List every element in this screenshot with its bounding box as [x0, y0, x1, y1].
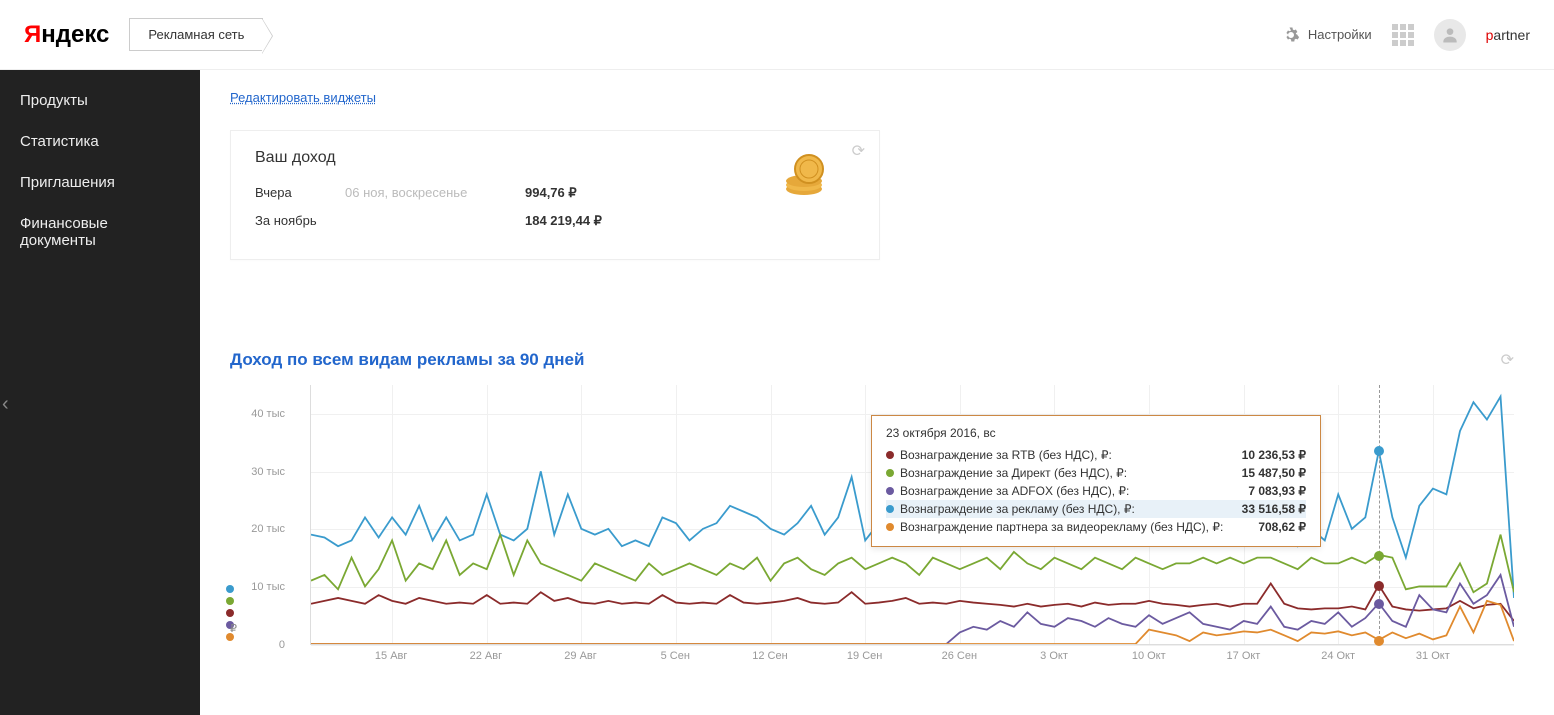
x-tick: 22 Авг [470, 650, 502, 662]
hover-dot [1374, 599, 1384, 609]
chart-tooltip: 23 октября 2016, вс Вознаграждение за RTB… [871, 415, 1321, 547]
settings-label: Настройки [1308, 27, 1372, 42]
header: Яндекс Рекламная сеть Настройки partner [0, 0, 1554, 70]
chart-widget: ⟳ Доход по всем видам рекламы за 90 дней… [230, 350, 1524, 695]
user-icon [1440, 25, 1460, 45]
y-axis: 010 тыс20 тыс30 тыс40 тыс [230, 385, 300, 645]
apps-icon[interactable] [1392, 24, 1414, 46]
sidebar-item-products[interactable]: Продукты [0, 80, 200, 121]
edit-widgets-link[interactable]: Редактировать виджеты [230, 90, 376, 105]
x-tick: 19 Сен [847, 650, 882, 662]
legend-dot [226, 585, 234, 593]
x-tick: 31 Окт [1416, 650, 1450, 662]
hover-dot [1374, 551, 1384, 561]
product-tab[interactable]: Рекламная сеть [129, 18, 263, 51]
yandex-logo[interactable]: Яндекс [24, 21, 109, 49]
y-tick: 30 тыс [230, 466, 285, 478]
hover-dot [1374, 581, 1384, 591]
x-tick: 26 Сен [942, 650, 977, 662]
hover-dot [1374, 636, 1384, 646]
settings-link[interactable]: Настройки [1282, 26, 1372, 44]
income-row: Вчера 06 ноя, воскресенье 994,76 ₽ [255, 185, 855, 201]
income-sub: 06 ноя, воскресенье [345, 185, 525, 201]
income-title: Ваш доход [255, 149, 855, 167]
income-row: За ноябрь 184 219,44 ₽ [255, 213, 855, 229]
x-tick: 17 Окт [1227, 650, 1261, 662]
x-tick: 3 Окт [1040, 650, 1068, 662]
sidebar-item-finance[interactable]: Финансовые документы [0, 203, 200, 261]
income-widget: ⟳ Ваш доход Вчера 06 ноя, воскресенье 99… [230, 130, 880, 260]
y-tick: 40 тыс [230, 408, 285, 420]
legend-dot [226, 597, 234, 605]
tooltip-row: Вознаграждение за ADFOX (без НДС), ₽:7 0… [886, 482, 1306, 500]
tooltip-row: Вознаграждение за RTB (без НДС), ₽:10 23… [886, 446, 1306, 464]
y-tick: 20 тыс [230, 523, 285, 535]
sidebar: Продукты Статистика Приглашения Финансов… [0, 70, 200, 715]
y-unit: ₽ [230, 622, 237, 635]
tooltip-row: Вознаграждение за Директ (без НДС), ₽:15… [886, 464, 1306, 482]
main: Редактировать виджеты ⟳ Ваш доход Вчера … [200, 70, 1554, 715]
y-tick: 0 [230, 639, 285, 651]
income-value: 184 219,44 ₽ [525, 213, 602, 229]
income-label: За ноябрь [255, 213, 345, 229]
x-axis: 15 Авг 22 Авг 29 Авг 5 Сен 12 Сен 19 Сен 26 Се… [310, 650, 1514, 670]
income-value: 994,76 ₽ [525, 185, 577, 201]
x-tick: 10 Окт [1132, 650, 1166, 662]
y-tick: 10 тыс [230, 581, 285, 593]
sidebar-item-invites[interactable]: Приглашения [0, 162, 200, 203]
gear-icon [1282, 26, 1300, 44]
refresh-icon[interactable]: ⟳ [852, 141, 865, 161]
logo-y: Я [24, 21, 41, 48]
refresh-icon[interactable]: ⟳ [1501, 350, 1514, 370]
sidebar-item-stats[interactable]: Статистика [0, 121, 200, 162]
coins-icon [779, 151, 829, 201]
x-tick: 29 Авг [564, 650, 596, 662]
tooltip-row: Вознаграждение за рекламу (без НДС), ₽:3… [886, 500, 1306, 518]
x-tick: 24 Окт [1321, 650, 1355, 662]
x-tick: 5 Сен [661, 650, 690, 662]
product-label: Рекламная сеть [148, 27, 244, 42]
header-right: Настройки partner [1282, 19, 1530, 51]
avatar[interactable] [1434, 19, 1466, 51]
income-sub [345, 213, 525, 229]
logo-rest: ндекс [41, 21, 109, 48]
legend-dot [226, 609, 234, 617]
chart-area: 0 10 тыс 20 тыс 30 тыс 40 тыс ₽ 23 октября 2… [230, 385, 1524, 695]
plot-area[interactable]: 23 октября 2016, вс Вознаграждение за RTB… [310, 385, 1514, 645]
tooltip-row: Вознаграждение партнера за видеорекламу … [886, 518, 1306, 536]
chart-title: Доход по всем видам рекламы за 90 дней [230, 350, 1524, 370]
hover-dot [1374, 446, 1384, 456]
x-tick: 12 Сен [752, 650, 787, 662]
tooltip-date: 23 октября 2016, вс [886, 426, 1306, 440]
x-tick: 15 Авг [375, 650, 407, 662]
sidebar-collapse[interactable]: ‹ [2, 393, 9, 416]
username[interactable]: partner [1486, 27, 1530, 43]
income-label: Вчера [255, 185, 345, 201]
